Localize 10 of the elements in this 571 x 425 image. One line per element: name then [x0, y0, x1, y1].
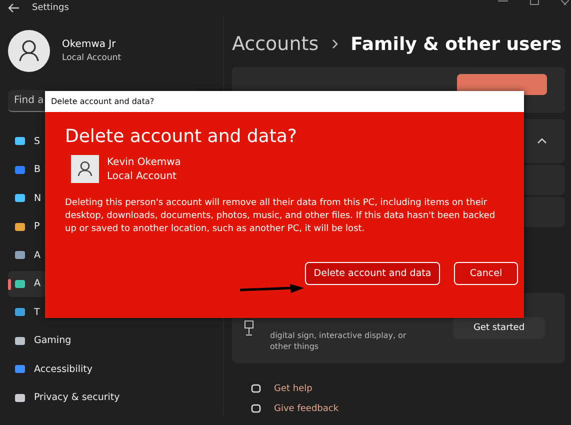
kiosk-description: digital sign, interactive display, or other things [270, 330, 408, 353]
profile-name: Okemwa Jr [62, 39, 117, 50]
dialog-title: Delete account and data? [51, 97, 154, 106]
user-account-type: Local Account [107, 170, 178, 182]
window-title: Settings [32, 3, 69, 13]
dialog-message: Deleting this person's account will remove all their data from this PC, including items on their desktop, downloads, documents, photos, music, and other files. If this data hasn't been backed up or saved to another location, such as another PC, it will be lost. [65, 197, 496, 236]
account-type: Local Account [62, 53, 122, 63]
page-title: Family & other users [350, 34, 562, 54]
user-name: Kevin Okemwa [107, 156, 181, 168]
dialog-heading: Delete account and data? [65, 126, 298, 147]
